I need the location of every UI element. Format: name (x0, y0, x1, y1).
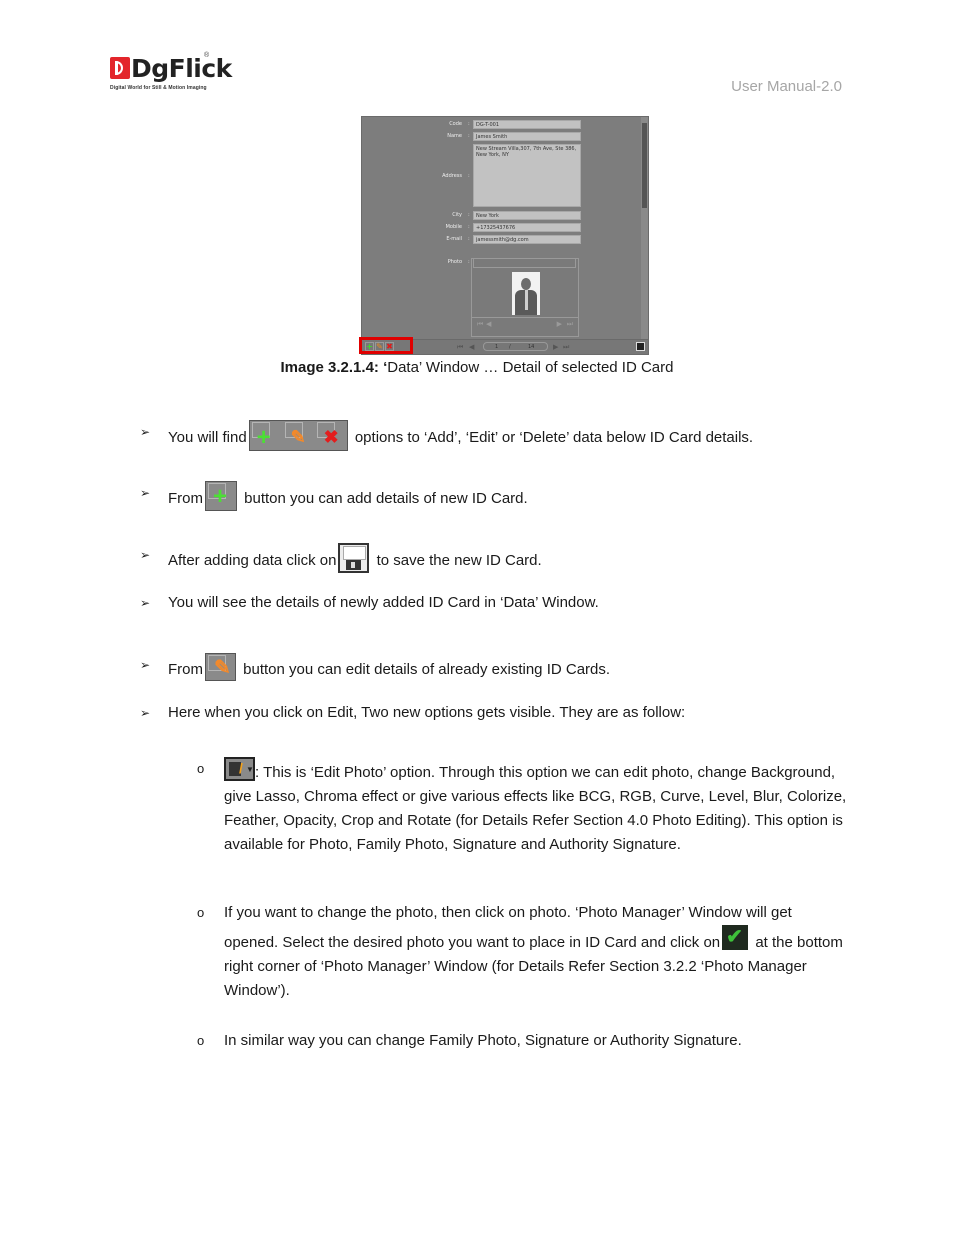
mobile-field[interactable]: +17325437676 (473, 223, 581, 232)
arrow-bullet-icon: ➢ (140, 706, 151, 720)
pager-separator: / (509, 344, 511, 350)
doc-version-label: User Manual-2.0 (731, 78, 842, 95)
arrow-bullet-icon: ➢ (140, 486, 151, 500)
photo-nav-bar: ⏮ ◀ ▶ ⏭ (472, 317, 578, 330)
bullet-text: You will see the details of newly added … (168, 594, 599, 611)
arrow-bullet-icon: ➢ (140, 658, 151, 672)
bullet-text: From (168, 490, 203, 507)
field-colon: : (468, 173, 470, 179)
add-icon: + (205, 481, 237, 511)
circle-bullet-icon: o (197, 1033, 205, 1048)
data-window-screenshot: Code : DG-T-001 Name : James Smith Addre… (361, 116, 649, 355)
field-row-email: E-mail : jamessmith@dg.com (362, 235, 632, 244)
arrow-bullet-icon: ➢ (140, 596, 151, 610)
first-record-icon[interactable]: ⏮ (457, 343, 463, 352)
last-record-icon[interactable]: ⏭ (563, 343, 569, 352)
field-colon: : (468, 259, 470, 265)
logo-tagline: Digital World for Still & Motion Imaging (110, 85, 207, 91)
total-records: 14 (528, 344, 535, 350)
field-label: E-mail (446, 236, 462, 242)
field-label: Code (449, 121, 462, 127)
sub-bullet-text: In similar way you can change Family Pho… (224, 1032, 742, 1049)
field-row-mobile: Mobile : +17325437676 (362, 223, 632, 232)
id-photo-thumbnail[interactable] (512, 272, 540, 315)
field-colon: : (468, 236, 470, 242)
edit-photo-icon: / ▼ (224, 757, 255, 781)
bullet-text: Here when you click on Edit, Two new opt… (168, 704, 686, 721)
field-colon: : (468, 212, 470, 218)
field-colon: : (468, 121, 470, 127)
highlight-box (359, 337, 413, 354)
field-row-address: Address : New Stream Villa,307, 7th Ave,… (362, 144, 632, 208)
bullet-text: to save the new ID Card. (372, 552, 542, 569)
caption-label: Image 3.2.1.4: ‘ (280, 359, 388, 376)
code-field[interactable]: DG-T-001 (473, 120, 581, 129)
save-icon[interactable] (636, 342, 645, 351)
sub-bullet-text: : This is ‘Edit Photo’ option. Through t… (224, 764, 847, 853)
field-label: Name (447, 133, 462, 139)
bullet-text: From (168, 661, 203, 678)
arrow-bullet-icon: ➢ (140, 548, 151, 562)
first-photo-icon[interactable]: ⏮ (477, 320, 483, 329)
sub-bullet-text: If you want to change the photo, then cl… (224, 904, 792, 951)
next-photo-icon[interactable]: ▶ (557, 320, 562, 328)
prev-photo-icon[interactable]: ◀ (486, 320, 491, 328)
bullet-text: button you can add details of new ID Car… (240, 490, 528, 507)
last-photo-icon[interactable]: ⏭ (567, 320, 573, 329)
field-colon: : (468, 133, 470, 139)
field-label: City (452, 212, 462, 218)
edit-icon: ✎ (205, 653, 236, 681)
dgflick-logo: DgFlick ® Digital World for Still & Moti… (110, 52, 232, 95)
city-field[interactable]: New York (473, 211, 581, 220)
current-record: 1 (495, 344, 499, 350)
bullet-text: button you can edit details of already e… (239, 661, 611, 678)
scrollbar-thumb[interactable] (642, 123, 647, 208)
field-label: Address (442, 173, 462, 179)
photo-header-field (473, 258, 576, 268)
address-field[interactable]: New Stream Villa,307, 7th Ave, Ste 386, … (473, 144, 581, 207)
email-field[interactable]: jamessmith@dg.com (473, 235, 581, 244)
logo-text: DgFlick (131, 54, 232, 83)
figure-caption: Image 3.2.1.4: ‘Data’ Window … Detail of… (0, 359, 954, 376)
logo-registered-mark: ® (204, 52, 210, 59)
page-field[interactable] (483, 342, 548, 351)
arrow-bullet-icon: ➢ (140, 425, 151, 439)
bullet-text: You will find (168, 429, 247, 446)
bullet-text: options to ‘Add’, ‘Edit’ or ‘Delete’ dat… (350, 429, 754, 446)
save-icon (338, 543, 370, 573)
next-record-icon[interactable]: ▶ (553, 343, 558, 351)
field-row-city: City : New York (362, 211, 632, 220)
name-field[interactable]: James Smith (473, 132, 581, 141)
field-row-code: Code : DG-T-001 (362, 120, 632, 129)
field-row-name: Name : James Smith (362, 132, 632, 141)
circle-bullet-icon: o (197, 761, 205, 776)
field-label: Photo (447, 259, 462, 265)
circle-bullet-icon: o (197, 905, 205, 920)
vertical-scrollbar[interactable] (641, 117, 648, 343)
record-pager: ⏮ ◀ 1 / 14 ▶ ⏭ (457, 342, 577, 352)
field-colon: : (468, 224, 470, 230)
add-edit-delete-icons: + ✎ ✖ (248, 420, 348, 451)
bullet-text: After adding data click on (168, 552, 337, 569)
logo-mark-icon (110, 57, 130, 79)
caption-text: Data’ Window … Detail of selected ID Car… (387, 359, 674, 376)
checkmark-icon: ✔ (722, 925, 749, 950)
field-label: Mobile (445, 224, 462, 230)
prev-record-icon[interactable]: ◀ (469, 343, 474, 351)
